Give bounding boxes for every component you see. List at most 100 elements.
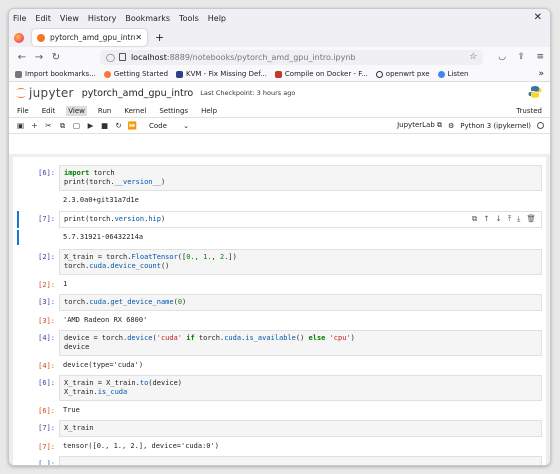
code-cell[interactable]: [3]: torch.cuda.get_device_name(0) bbox=[13, 294, 546, 311]
jp-menu-run[interactable]: Run bbox=[96, 106, 113, 116]
insert-above-icon[interactable]: ⤒ bbox=[508, 214, 511, 224]
back-icon[interactable]: ← bbox=[15, 52, 29, 63]
delete-cell-icon[interactable]: 🗑 bbox=[526, 214, 536, 224]
code-token: (device) bbox=[148, 379, 183, 387]
settings-gear-icon[interactable]: ⚙ bbox=[448, 122, 454, 130]
insert-below-icon[interactable]: ⤓ bbox=[517, 214, 520, 224]
pocket-icon[interactable]: ◡ bbox=[498, 52, 506, 62]
cell-output: 'AMD Radeon RX 6800' bbox=[63, 316, 148, 324]
extensions-icon[interactable]: ⇪ bbox=[518, 52, 526, 62]
code-cell[interactable]: [6]: X_train = X_train.to(device) X_trai… bbox=[13, 375, 546, 401]
run-icon[interactable]: ▶ bbox=[85, 121, 96, 130]
cell-input[interactable]: X_train = X_train.to(device) X_train.is_… bbox=[59, 375, 542, 401]
code-cell[interactable]: [4]: device = torch.device('cuda' if tor… bbox=[13, 330, 546, 356]
bookmark-star-icon[interactable]: ☆ bbox=[469, 52, 477, 62]
code-token: X_train. bbox=[64, 388, 98, 396]
reload-icon[interactable]: ↻ bbox=[49, 52, 63, 63]
navigation-bar: ← → ↻ ◯ localhost :8889/notebooks/pytorc… bbox=[9, 47, 550, 67]
input-prompt: [7]: bbox=[38, 424, 55, 432]
jp-menu-kernel[interactable]: Kernel bbox=[122, 106, 148, 116]
code-token: X_train = X_train. bbox=[64, 379, 140, 387]
window-close-icon[interactable]: ✕ bbox=[534, 12, 542, 23]
cell-input[interactable] bbox=[59, 456, 542, 465]
menu-file[interactable]: File bbox=[13, 14, 26, 23]
bookmark-openwrt[interactable]: openwrt pxe bbox=[375, 70, 430, 78]
output-cell: [2]: 1 bbox=[13, 277, 546, 292]
cell-input[interactable]: X_train bbox=[59, 420, 542, 437]
bookmark-listen[interactable]: Listen bbox=[437, 70, 469, 78]
code-cell[interactable]: [2]: X_train = torch.FloatTensor([0., 1.… bbox=[13, 249, 546, 275]
move-up-icon[interactable]: ↑ bbox=[483, 214, 489, 224]
menu-history[interactable]: History bbox=[88, 14, 116, 23]
toolbar-right: ◡ ⇪ ≡ bbox=[489, 52, 544, 62]
trusted-indicator[interactable]: Trusted bbox=[516, 107, 542, 115]
code-token: cuda bbox=[224, 334, 242, 342]
url-bar[interactable]: ◯ localhost :8889/notebooks/pytorch_amd_… bbox=[100, 49, 484, 65]
code-cell[interactable]: [7]: X_train bbox=[13, 420, 546, 437]
restart-icon[interactable]: ↻ bbox=[113, 121, 124, 130]
fast-forward-icon[interactable]: ⏩ bbox=[127, 121, 138, 130]
jp-menu-settings[interactable]: Settings bbox=[157, 106, 190, 116]
bookmark-import[interactable]: Import bookmarks... bbox=[15, 70, 96, 78]
new-tab-icon[interactable]: + bbox=[155, 31, 164, 44]
code-cell[interactable]: [6]: import torch print(torch.__version_… bbox=[13, 165, 546, 191]
tracking-shield-icon[interactable]: ◯ bbox=[106, 53, 115, 62]
menu-help[interactable]: Help bbox=[208, 14, 226, 23]
jp-menu-file[interactable]: File bbox=[15, 106, 31, 116]
google-icon bbox=[437, 70, 445, 78]
jupyter-logo[interactable]: jupyter bbox=[15, 86, 74, 100]
hamburger-menu-icon[interactable]: ≡ bbox=[536, 52, 544, 62]
code-token: , bbox=[211, 253, 220, 261]
cell-input[interactable]: X_train = torch.FloatTensor([0., 1., 2.]… bbox=[59, 249, 542, 275]
empty-code-cell[interactable]: [ ]: bbox=[13, 456, 546, 465]
jp-menu-edit[interactable]: Edit bbox=[40, 106, 58, 116]
forward-icon[interactable]: → bbox=[32, 52, 46, 63]
jupyter-logo-text: jupyter bbox=[29, 86, 74, 100]
cell-input[interactable]: import torch print(torch.__version__) bbox=[59, 165, 542, 191]
cell-type-value: Code bbox=[149, 121, 167, 130]
cell-type-select[interactable]: Code ⌄ bbox=[149, 122, 189, 130]
menu-tools[interactable]: Tools bbox=[179, 14, 199, 23]
jp-menu-help[interactable]: Help bbox=[199, 106, 219, 116]
cell-input[interactable]: device = torch.device('cuda' if torch.cu… bbox=[59, 330, 542, 356]
notebook-name[interactable]: pytorch_amd_gpu_intro bbox=[82, 88, 193, 99]
browser-window: File Edit View History Bookmarks Tools H… bbox=[8, 8, 551, 466]
notebook-sheet: [6]: import torch print(torch.__version_… bbox=[13, 157, 546, 465]
jupyter-menubar: File Edit View Run Kernel Settings Help … bbox=[9, 104, 550, 118]
bookmarks-overflow-icon[interactable]: » bbox=[538, 69, 544, 79]
stop-icon[interactable]: ■ bbox=[99, 121, 110, 130]
bookmark-compile-docker[interactable]: Compile on Docker - F... bbox=[274, 70, 368, 78]
import-icon bbox=[15, 70, 22, 78]
firefox-view-icon[interactable] bbox=[14, 32, 24, 43]
code-token: torch bbox=[89, 169, 115, 177]
code-token: ) bbox=[160, 178, 166, 186]
tab-close-icon[interactable]: ✕ bbox=[135, 33, 142, 42]
code-token: torch. bbox=[64, 262, 90, 270]
code-cell-selected[interactable]: [7]: print(torch.version.hip) ⧉ ↑ ↓ ⤒ ⤓ … bbox=[13, 211, 546, 228]
save-icon[interactable]: ▣ bbox=[15, 121, 26, 130]
cell-input[interactable]: torch.cuda.get_device_name(0) bbox=[59, 294, 542, 311]
page-info-icon[interactable] bbox=[118, 53, 126, 61]
code-token: FloatTensor bbox=[131, 253, 178, 261]
jupyterlab-link[interactable]: JupyterLab ⧉ bbox=[391, 121, 442, 130]
cell-output: 2.3.0a0+git31a7d1e bbox=[63, 196, 139, 204]
menu-bookmarks[interactable]: Bookmarks bbox=[125, 14, 170, 23]
bookmark-getting-started[interactable]: Getting Started bbox=[103, 70, 168, 78]
kernel-name[interactable]: Python 3 (ipykernel) bbox=[460, 122, 531, 130]
move-down-icon[interactable]: ↓ bbox=[496, 214, 502, 224]
cell-toolbar: ⧉ ↑ ↓ ⤒ ⤓ 🗑 bbox=[466, 214, 536, 224]
bookmark-kvm[interactable]: KVM - Fix Missing Def... bbox=[176, 70, 267, 78]
code-token: 0. bbox=[186, 253, 195, 261]
copy-icon[interactable]: ⧉ bbox=[57, 121, 68, 131]
input-prompt: [4]: bbox=[38, 334, 55, 342]
menu-edit[interactable]: Edit bbox=[35, 14, 51, 23]
tab-pytorch-notebook[interactable]: pytorch_amd_gpu_intro ✕ bbox=[32, 29, 147, 46]
duplicate-cell-icon[interactable]: ⧉ bbox=[472, 214, 477, 224]
menu-view[interactable]: View bbox=[60, 14, 79, 23]
cut-icon[interactable]: ✂ bbox=[43, 121, 54, 130]
paste-icon[interactable]: ▢ bbox=[71, 121, 82, 130]
url-path: :8889/notebooks/pytorch_amd_gpu_intro.ip… bbox=[166, 52, 356, 62]
add-cell-icon[interactable]: + bbox=[29, 121, 40, 130]
jp-menu-view[interactable]: View bbox=[66, 105, 87, 116]
firefox-icon bbox=[103, 70, 111, 78]
